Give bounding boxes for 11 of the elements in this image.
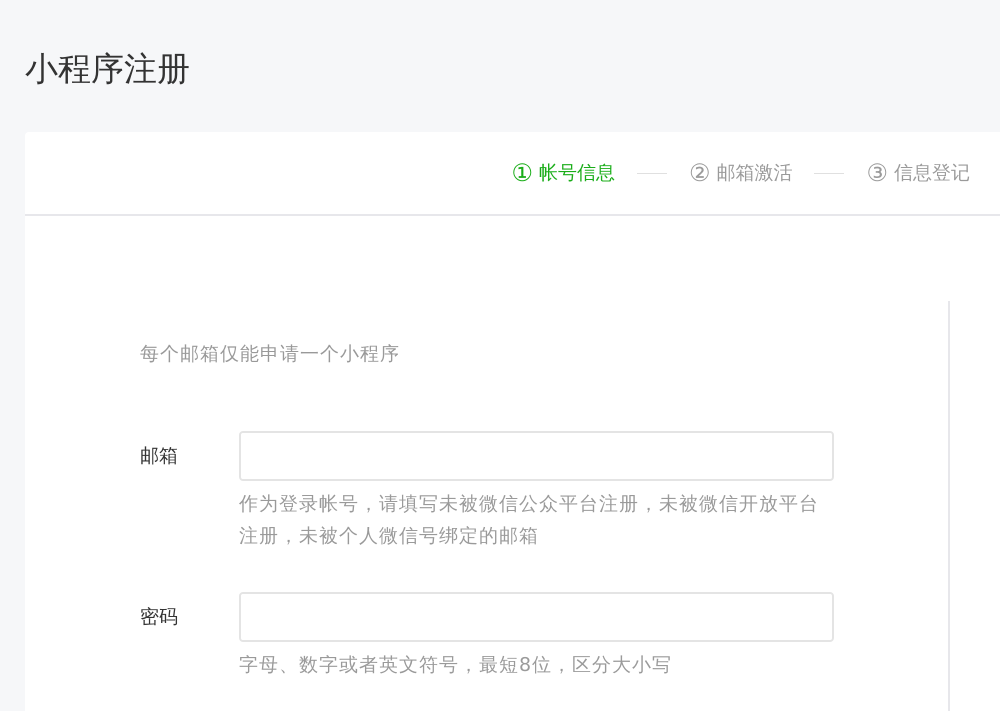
hint-text: 作为登录帐号，请填写未被微信公众平台注册，未被微信开放平台注册，未被个人微信号绑定的邮箱 [239,492,820,549]
input-field[interactable] [239,592,834,642]
step-item: ① 帐号信息 [511,159,615,187]
notice-text: 每个邮箱仅能申请一个小程序 [140,342,401,367]
page-title: 小程序注册 [25,48,191,90]
step-item: ② 邮箱激活 [688,159,792,187]
field-label: 邮箱 [140,444,179,469]
hint-text: 字母、数字或者英文符号，最短8位，区分大小写 [239,653,674,678]
step-item: ③ 信息登记 [866,159,970,187]
field-label: 密码 [140,605,179,630]
input-field[interactable] [239,431,834,481]
